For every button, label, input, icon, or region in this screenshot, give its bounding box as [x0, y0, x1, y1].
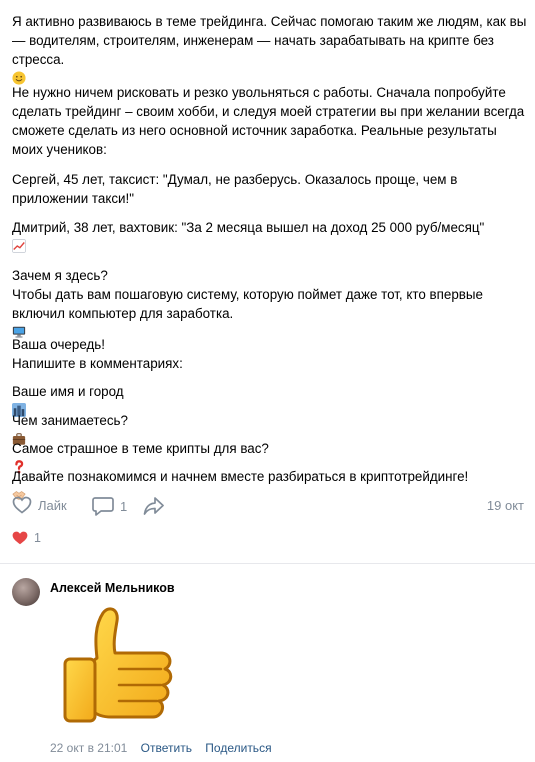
- post-actions: Лайк 1 19 окт: [12, 496, 524, 518]
- comment-icon: [92, 497, 114, 516]
- like-button[interactable]: Лайк: [12, 496, 67, 514]
- thumbs-up-sticker: [63, 607, 173, 723]
- comment-author[interactable]: Алексей Мельников: [50, 581, 175, 595]
- heart-outline-icon: [12, 496, 32, 514]
- reply-link[interactable]: Ответить: [141, 741, 192, 755]
- post-date: 19 окт: [486, 498, 524, 513]
- share-button[interactable]: [143, 496, 165, 516]
- comments-divider: [0, 563, 535, 564]
- avatar[interactable]: [12, 578, 40, 606]
- share-link[interactable]: Поделиться: [205, 741, 271, 755]
- reactions-count: 1: [34, 531, 41, 545]
- like-label: Лайк: [38, 497, 67, 513]
- reactions-summary[interactable]: 1: [12, 531, 41, 545]
- post-paragraph-2: Не нужно ничем рисковать и резко увольня…: [12, 85, 525, 157]
- comments-button[interactable]: 1: [92, 496, 127, 516]
- share-icon: [143, 497, 164, 515]
- comment-meta: 22 окт в 21:01 Ответить Поделиться: [50, 741, 282, 755]
- comment-count: 1: [120, 498, 128, 514]
- comment-date[interactable]: 22 окт в 21:01: [50, 741, 127, 755]
- red-heart-icon: [12, 531, 28, 545]
